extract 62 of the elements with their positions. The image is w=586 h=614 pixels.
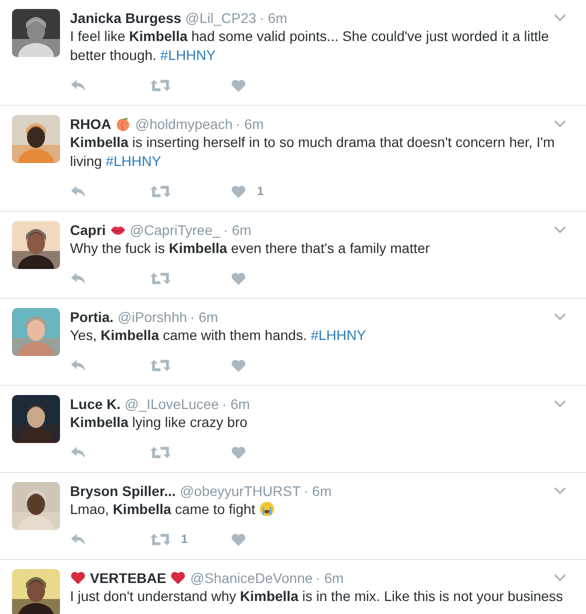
user-name[interactable]: VERTEBAE [90,569,166,587]
user-handle[interactable]: @CapriTyree_ [130,221,220,239]
reply-icon[interactable] [70,78,87,92]
peach-icon [115,116,132,132]
tweet-time[interactable]: · 6m [190,308,218,326]
user-name[interactable]: Janicka Burgess [70,9,182,27]
chevron-down-icon[interactable] [554,226,566,234]
tweet-time[interactable]: · 6m [304,482,332,500]
like-icon[interactable] [230,446,247,458]
retweet-icon[interactable] [150,532,171,546]
user-name[interactable]: Portia. [70,308,114,326]
reply-icon[interactable] [70,272,87,284]
retweet-icon[interactable] [150,272,171,284]
like-count: 1 [257,184,264,198]
chevron-down-icon[interactable] [554,14,566,22]
heart-icon [70,570,86,586]
chevron-down-icon[interactable] [554,120,566,128]
user-handle[interactable]: @obeyyurTHURST [180,482,301,500]
tweet-time[interactable]: · 6m [223,221,252,239]
user-handle[interactable]: @ShaniceDeVonne [190,569,313,587]
retweet-icon[interactable] [150,358,171,372]
tweet-time[interactable]: · 6m [222,395,250,413]
tweet-time[interactable]: · 6m [236,115,264,133]
tweet-time[interactable]: · 6m [316,569,344,587]
reply-icon[interactable] [70,358,87,372]
retweet-icon[interactable] [150,184,171,198]
heart-icon [170,570,186,586]
like-icon[interactable] [230,184,247,198]
tweet-text: Why the fuck is Kimbella even there that's a family matter [70,239,431,258]
user-name[interactable]: RHOA [70,115,112,133]
like-icon[interactable] [230,272,247,284]
user-name[interactable]: Luce K. [70,395,121,413]
tweet-text: I just don't understand why Kimbella is in the mix. Like this is not your business [70,587,564,606]
chevron-down-icon[interactable] [554,313,566,321]
tweet-text: Yes, Kimbella came with them hands. #LHHNY [70,326,367,345]
user-handle[interactable]: @iPorshhh [118,308,188,326]
tweet-text: Kimbella lying like crazy bro [70,413,248,432]
reply-icon[interactable] [70,532,87,546]
like-icon[interactable] [230,78,247,92]
reply-icon[interactable] [70,184,87,198]
user-handle[interactable]: @_ILoveLucee [124,395,219,413]
hashtag-link[interactable]: #LHHNY [106,153,162,169]
retweet-count: 1 [181,532,188,546]
retweet-icon[interactable] [150,446,171,458]
tweet-time[interactable]: · 6m [259,9,288,27]
hashtag-link[interactable]: #LHHNY [160,47,216,63]
like-icon[interactable] [230,358,247,372]
chevron-down-icon[interactable] [554,400,566,408]
tweet-text: Lmao, Kimbella came to fight [70,500,578,519]
user-handle[interactable]: @holdmypeach [135,115,233,133]
tweet-text: I feel like Kimbella had some valid points... She could've just worded it a little better though. #LHHNY [70,27,550,65]
tweet-text: Kimbella is inserting herself in to so much drama that doesn't concern her, I'm living #LHHNY [70,133,556,171]
reply-icon[interactable] [70,446,87,458]
user-name[interactable]: Capri [70,221,106,239]
chevron-down-icon[interactable] [554,574,566,582]
like-icon[interactable] [230,532,247,546]
user-handle[interactable]: @Lil_CP23 [185,9,256,27]
hashtag-link[interactable]: #LHHNY [310,327,366,343]
user-name[interactable]: Bryson Spiller... [70,482,176,500]
chevron-down-icon[interactable] [554,487,566,495]
retweet-icon[interactable] [150,78,171,92]
crying-emoji-icon [259,501,276,517]
